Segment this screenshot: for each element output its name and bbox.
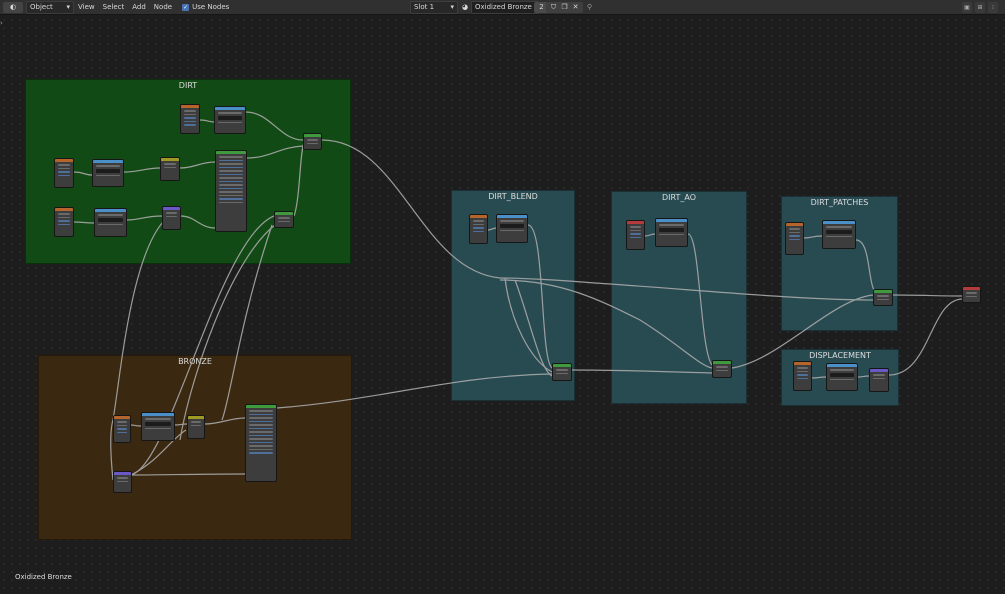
frame-displacement-label: DISPLACEMENT xyxy=(809,351,871,360)
node-noise-texture[interactable] xyxy=(496,214,528,243)
node-color-ramp[interactable] xyxy=(187,415,205,439)
backdrop-toggle[interactable]: ▣ xyxy=(962,2,972,13)
node-texture-coordinate[interactable] xyxy=(54,207,74,237)
frame-dirt-blend-label: DIRT_BLEND xyxy=(488,192,538,201)
node-mix-shader[interactable] xyxy=(552,363,572,381)
chevron-down-icon: ▾ xyxy=(450,3,454,11)
menu-select[interactable]: Select xyxy=(99,3,129,11)
overlay-icon: ⁝ xyxy=(992,4,994,11)
sidebar-expand-icon[interactable]: › xyxy=(0,19,3,27)
node-noise-texture[interactable] xyxy=(214,106,246,134)
node-ambient-occlusion[interactable] xyxy=(626,220,645,250)
node-editor-icon: ◐ xyxy=(9,3,17,11)
node-texture-coordinate[interactable] xyxy=(113,415,131,443)
unlink-material-button[interactable]: ✕ xyxy=(568,1,583,13)
node-texture-coordinate[interactable] xyxy=(54,158,74,188)
node-noise-texture[interactable] xyxy=(94,208,127,237)
node-material-output[interactable] xyxy=(962,286,981,303)
node-texture-coordinate[interactable] xyxy=(785,222,804,255)
node-texture-coordinate[interactable] xyxy=(469,214,488,244)
node-color-ramp[interactable] xyxy=(160,157,180,181)
node-texture-coordinate[interactable] xyxy=(793,361,812,391)
node-texture-coordinate[interactable] xyxy=(180,104,200,134)
node-displacement[interactable] xyxy=(869,368,889,392)
menu-node[interactable]: Node xyxy=(150,3,176,11)
mode-select-label: Object xyxy=(30,3,53,11)
menu-view[interactable]: View xyxy=(74,3,99,11)
checkmark-icon: ✓ xyxy=(182,3,190,11)
node-noise-texture[interactable] xyxy=(822,220,856,249)
node-principled-bsdf[interactable] xyxy=(215,150,247,232)
frame-dirt-patches[interactable]: DIRT_PATCHES xyxy=(781,196,898,331)
shield-icon: ⛉ xyxy=(550,2,557,11)
editor-type-button[interactable]: ◐ xyxy=(3,1,23,13)
node-noise-texture[interactable] xyxy=(92,159,124,187)
frame-bronze-label: BRONZE xyxy=(178,357,212,366)
node-bump[interactable] xyxy=(113,471,132,493)
node-mix-shader[interactable] xyxy=(303,133,322,150)
snap-icon: ⊞ xyxy=(977,4,983,11)
node-mix-shader[interactable] xyxy=(712,360,732,378)
pin-icon: ⚲ xyxy=(586,3,593,11)
slot-label: Slot 1 xyxy=(414,3,435,11)
material-name-text: Oxidized Bronze xyxy=(475,3,532,11)
node-color-ramp[interactable] xyxy=(655,218,688,247)
material-slot-select[interactable]: Slot 1 ▾ xyxy=(410,0,458,14)
menu-add[interactable]: Add xyxy=(128,3,150,11)
node-principled-bsdf[interactable] xyxy=(245,404,277,482)
material-name-overlay: Oxidized Bronze xyxy=(15,573,72,581)
frame-dirt-patches-label: DIRT_PATCHES xyxy=(810,198,869,207)
node-noise-texture[interactable] xyxy=(141,412,175,441)
node-mix-shader[interactable] xyxy=(274,211,294,228)
node-editor-header: ◐ Object ▾ View Select Add Node ✓ Use No… xyxy=(0,0,1005,15)
user-count-text: 2 xyxy=(539,3,544,11)
snap-toggle[interactable]: ⊞ xyxy=(975,2,985,13)
use-nodes-label: Use Nodes xyxy=(192,3,230,11)
chevron-down-icon: ▾ xyxy=(66,3,70,11)
node-mix-shader[interactable] xyxy=(873,289,893,306)
frame-bronze[interactable]: BRONZE xyxy=(38,355,352,540)
material-sphere-icon: ◕ xyxy=(461,3,469,11)
image-icon: ▣ xyxy=(964,4,970,11)
overlay-toggle[interactable]: ⁝ xyxy=(988,2,998,13)
frame-dirt-ao-label: DIRT_AO xyxy=(661,193,696,202)
close-icon: ✕ xyxy=(572,3,579,11)
object-mode-select[interactable]: Object ▾ xyxy=(26,0,74,14)
use-nodes-toggle[interactable]: ✓ Use Nodes xyxy=(179,2,232,13)
node-noise-texture[interactable] xyxy=(826,363,858,391)
node-bump[interactable] xyxy=(162,206,181,230)
frame-dirt-label: DIRT xyxy=(178,81,198,90)
duplicate-icon: ❐ xyxy=(561,3,568,11)
material-name-field[interactable]: Oxidized Bronze xyxy=(471,0,539,14)
pin-button[interactable]: ⚲ xyxy=(582,2,597,13)
